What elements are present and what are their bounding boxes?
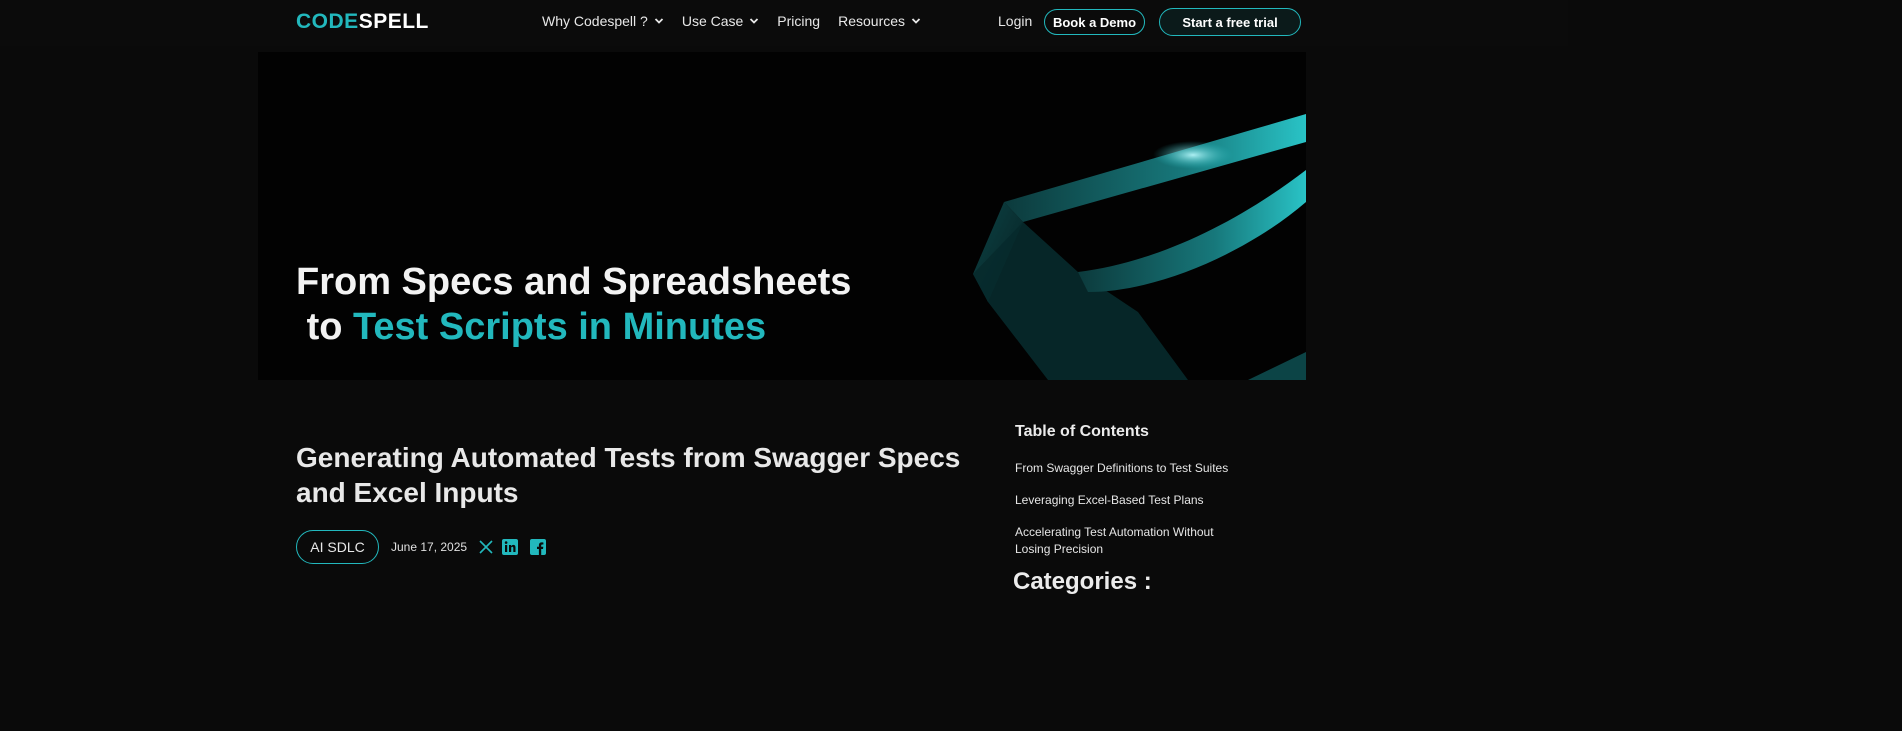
top-navbar: CODE SPELL Why Codespell ? Use Case Prici…: [0, 0, 1568, 46]
chevron-down-icon: [911, 18, 921, 24]
linkedin-icon[interactable]: [501, 538, 519, 556]
publish-date: June 17, 2025: [391, 540, 468, 554]
categories-heading: Categories :: [1013, 568, 1152, 595]
toc-link-swagger[interactable]: From Swagger Definitions to Test Suites: [1015, 460, 1245, 477]
hero-banner: From Specs and Spreadsheets to Test Scri…: [258, 52, 1306, 380]
menu-item-label: Why Codespell ?: [542, 13, 648, 29]
x-icon[interactable]: [477, 538, 495, 556]
hero-headline-line1: From Specs and Spreadsheets: [296, 261, 852, 303]
login-link[interactable]: Login: [998, 13, 1032, 29]
menu-item-resources[interactable]: Resources: [838, 13, 921, 29]
toc-link-excel[interactable]: Leveraging Excel-Based Test Plans: [1015, 492, 1245, 509]
category-tag[interactable]: AI SDLC: [296, 530, 379, 564]
toc-link-accelerating[interactable]: Accelerating Test Automation Without Los…: [1015, 524, 1245, 558]
menu-item-why-codespell[interactable]: Why Codespell ?: [542, 13, 664, 29]
hero-headline-accent: Test Scripts in Minutes: [353, 306, 767, 348]
menu-item-pricing[interactable]: Pricing: [777, 13, 820, 29]
menu-item-label: Resources: [838, 13, 906, 29]
book-demo-button[interactable]: Book a Demo: [1044, 9, 1145, 35]
hero-headline: From Specs and Spreadsheets to Test Scri…: [296, 260, 851, 350]
facebook-icon[interactable]: [529, 538, 547, 556]
hero-headline-prefix: to: [306, 306, 343, 348]
article-title: Generating Automated Tests from Swagger …: [296, 442, 961, 508]
menu-item-label: Use Case: [681, 13, 744, 29]
chevron-down-icon: [654, 18, 663, 24]
toc-heading: Table of Contents: [1015, 423, 1149, 440]
menu-item-label: Pricing: [777, 13, 821, 29]
chevron-down-icon: [750, 18, 759, 24]
hero-headline-line2: to Test Scripts in Minutes: [296, 305, 851, 350]
logo-spell-text: SPELL: [358, 10, 429, 33]
menu-item-use-case[interactable]: Use Case: [682, 13, 759, 29]
logo-code-text: CODE: [296, 10, 359, 33]
start-free-trial-button[interactable]: Start a free trial: [1159, 8, 1301, 36]
codespell-logo[interactable]: CODE SPELL: [296, 10, 429, 33]
main-menu: Why Codespell ? Use Case Pricing Resourc…: [542, 13, 939, 29]
